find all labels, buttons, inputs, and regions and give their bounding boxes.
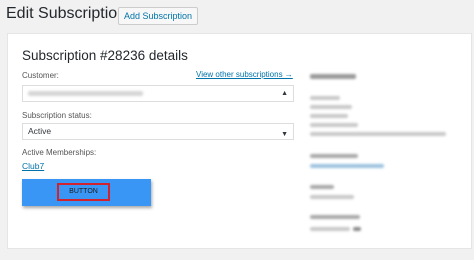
- card-icon: [353, 227, 361, 231]
- add-subscription-button[interactable]: Add Subscription: [118, 7, 199, 25]
- customer-label: Customer:: [22, 71, 59, 80]
- view-other-subscriptions-link[interactable]: View other subscriptions →: [196, 70, 293, 79]
- phone-heading-redacted: [310, 185, 334, 189]
- address-line-redacted: [310, 132, 446, 136]
- subscription-details-panel: Subscription #28236 details Customer: Vi…: [7, 33, 472, 249]
- billing-heading-redacted: [310, 74, 356, 79]
- email-heading-redacted: [310, 154, 358, 158]
- customer-select[interactable]: ▲: [22, 85, 294, 102]
- active-memberships-label: Active Memberships:: [22, 148, 97, 157]
- customer-value-redacted: [28, 91, 143, 96]
- membership-link-club7[interactable]: Club7: [22, 161, 44, 171]
- page-title: Edit Subscription: [6, 5, 127, 22]
- subscription-status-value: Active: [28, 126, 52, 136]
- subscription-details-title: Subscription #28236 details: [22, 48, 188, 63]
- phone-value-redacted: [310, 195, 354, 199]
- action-button[interactable]: BUTTON: [57, 183, 110, 201]
- subscription-status-label: Subscription status:: [22, 111, 92, 120]
- subscription-status-select[interactable]: Active ▼: [22, 123, 294, 140]
- billing-details-column: [310, 34, 460, 244]
- address-line-redacted: [310, 105, 352, 109]
- address-line-redacted: [310, 123, 358, 127]
- chevron-down-icon: ▼: [281, 131, 288, 138]
- email-link-redacted[interactable]: [310, 164, 384, 168]
- highlight-block: BUTTON: [22, 179, 151, 206]
- chevron-down-icon: ▲: [281, 90, 288, 97]
- address-line-redacted: [310, 114, 348, 118]
- address-line-redacted: [310, 96, 340, 100]
- payment-heading-redacted: [310, 215, 360, 219]
- payment-value-redacted: [310, 227, 350, 231]
